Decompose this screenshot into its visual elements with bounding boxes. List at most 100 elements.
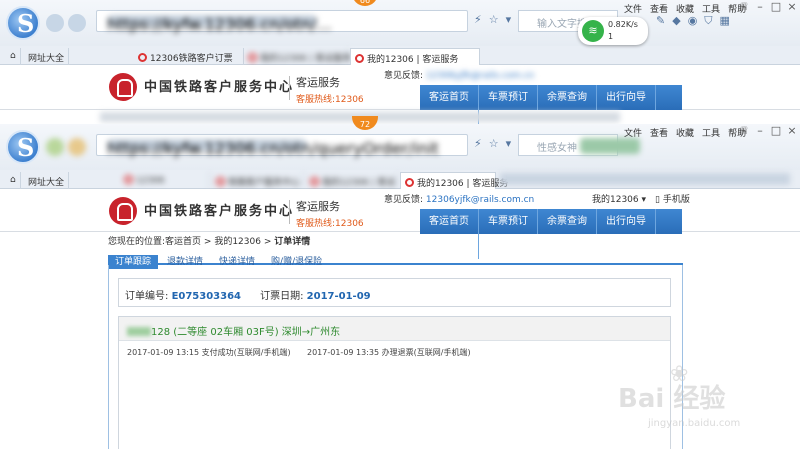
close-button[interactable]: ×: [784, 0, 800, 13]
shield-icon[interactable]: ⛉: [704, 14, 712, 27]
site-title: 中国铁路客户服务中心: [144, 80, 295, 95]
skin-icon[interactable]: ♕: [736, 0, 752, 13]
address-bar[interactable]: https://kyfw.12306.cn/otn/queryOrder/ini…: [96, 134, 468, 158]
phone-icon: ▯: [655, 195, 660, 205]
order-summary: 订单编号: E075303364 订票日期: 2017-01-09: [118, 278, 671, 307]
tab-12306-booking[interactable]: 12306铁路客户订票: [134, 48, 244, 65]
breadcrumb-home[interactable]: 客运首页: [165, 237, 201, 247]
lightning-icon[interactable]: ⚡: [474, 137, 482, 150]
baidu-watermark: ❀ Bai 经验 jingyan.baidu.com: [612, 360, 792, 440]
chevron-down-icon[interactable]: ▾: [506, 137, 512, 150]
star-icon[interactable]: ☆: [489, 13, 499, 26]
train-info: 128 (二等座 02车厢 03F号) 深圳→广州东: [127, 323, 340, 338]
puzzle-icon[interactable]: ◆: [672, 14, 680, 27]
watermark-brand: Bai 经验: [618, 384, 726, 414]
title-divider: [289, 200, 290, 224]
tab-my12306-active[interactable]: 我的12306 | 客运服务: [350, 48, 480, 65]
speed-rate: 0.82K/s: [608, 20, 638, 29]
order-number: E075303364: [171, 291, 242, 302]
forward-button[interactable]: [68, 14, 86, 32]
nav-remaining[interactable]: 余票查询: [538, 209, 597, 234]
sogou-browser-logo[interactable]: S: [6, 6, 40, 40]
site-subtitle: 客运服务: [296, 76, 340, 89]
hotline: 客服热线:12306: [296, 95, 364, 105]
blurred-tabs: [500, 173, 790, 185]
watermark-url: jingyan.baidu.com: [648, 418, 741, 429]
main-nav: 客运首页 车票预订 余票查询 出行向导信息服务: [420, 209, 682, 259]
sogou-browser-logo[interactable]: S: [6, 130, 40, 164]
breadcrumb-my[interactable]: 我的12306: [214, 237, 261, 247]
wifi-icon: ≋: [582, 20, 604, 42]
minimize-button[interactable]: –: [752, 124, 768, 137]
main-nav: 客运首页 车票预订 余票查询 出行向导信息服务: [420, 85, 682, 135]
chevron-down-icon[interactable]: ▾: [506, 13, 512, 26]
title-divider: [289, 76, 290, 100]
site-title: 中国铁路客户服务中心: [144, 204, 295, 219]
menu-tools[interactable]: 工具: [702, 129, 720, 139]
blurred-widget: [580, 138, 640, 154]
back-button[interactable]: [46, 14, 64, 32]
menu-favorites[interactable]: 收藏: [676, 129, 694, 139]
star-icon[interactable]: ☆: [489, 137, 499, 150]
skin-icon[interactable]: ♕: [736, 124, 752, 137]
lightning-icon[interactable]: ⚡: [474, 13, 482, 26]
screenshot: S https://kyfw.12306.cn/otn/... ⚡ ☆ ▾ 输入文字…: [0, 0, 800, 449]
masked-train-number: [127, 327, 151, 336]
order-date: 2017-01-09: [306, 291, 371, 302]
bookmark-nav[interactable]: 网址大全: [24, 172, 70, 189]
feedback-link[interactable]: 意见反馈: 12306yjfk@rails.com.cn: [384, 192, 534, 205]
event-paid: 2017-01-09 13:15 支付成功(互联网/手机端): [127, 348, 291, 357]
site-header: 中国铁路客户服务中心 客运服务 客服热线:12306 意见反馈: 12306yj…: [0, 189, 800, 259]
nav-booking[interactable]: 车票预订: [479, 85, 538, 110]
address-bar[interactable]: https://kyfw.12306.cn/otn/...: [96, 10, 468, 34]
ticket-detail: 128 (二等座 02车厢 03F号) 深圳→广州东 2017-01-09 13…: [118, 316, 671, 449]
back-button[interactable]: [46, 138, 64, 156]
camera-icon[interactable]: ◉: [688, 14, 698, 27]
tab-my12306-a[interactable]: 我的12306 | 客运: [306, 172, 398, 189]
tab-rail-service[interactable]: 铁路客户服务中心: [212, 172, 304, 189]
order-number-label: 订单编号:: [125, 291, 169, 302]
window-controls: ♕ – □ ×: [736, 0, 800, 13]
breadcrumb-current: 订单详情: [274, 237, 311, 247]
tab-my12306-a[interactable]: 我的12306 | 客运服务: [244, 48, 351, 65]
close-button[interactable]: ×: [784, 124, 800, 137]
key-icon[interactable]: ✎: [656, 14, 665, 27]
nav-booking[interactable]: 车票预订: [479, 209, 538, 234]
railway-logo: [109, 73, 137, 101]
mobile-link[interactable]: ▯ 手机版: [655, 192, 690, 205]
address-actions: ⚡ ☆ ▾: [474, 13, 518, 26]
maximize-button[interactable]: □: [768, 0, 784, 13]
notify-badge[interactable]: 66: [352, 0, 378, 6]
site-subtitle: 客运服务: [296, 200, 340, 213]
browser-window-top: S https://kyfw.12306.cn/otn/... ⚡ ☆ ▾ 输入文字…: [0, 0, 800, 135]
browser-titlebar: S https://kyfw.12306.cn/otn/... ⚡ ☆ ▾ 输入文字…: [0, 0, 800, 46]
site-header-top: 中国铁路客户服务中心 客运服务 客服热线:12306 意见反馈: 12306yj…: [0, 65, 800, 135]
nav-guide[interactable]: 出行向导: [597, 209, 656, 234]
tab-bar: ⌂ 网址大全 12306 铁路客户服务中心 我的12306 | 客运 我的123…: [0, 170, 800, 189]
menu-file[interactable]: 文件: [624, 129, 642, 139]
address-url-blurred: https://kyfw.12306.cn/otn/queryOrder/ini…: [107, 139, 439, 158]
menu-file[interactable]: 文件: [624, 5, 642, 15]
grid-icon[interactable]: ▦: [720, 14, 730, 27]
maximize-button[interactable]: □: [768, 124, 784, 137]
my12306-dropdown[interactable]: 我的12306 ▾: [592, 192, 646, 205]
feedback-link[interactable]: 意见反馈: 12306yjfk@rails.com.cn: [384, 68, 534, 81]
nav-home[interactable]: 客运首页: [420, 209, 479, 234]
address-actions: ⚡ ☆ ▾: [474, 137, 518, 150]
tab-12306[interactable]: 12306: [120, 172, 210, 189]
home-icon[interactable]: ⌂: [6, 172, 21, 189]
minimize-button[interactable]: –: [752, 0, 768, 13]
nav-remaining[interactable]: 余票查询: [538, 85, 597, 110]
network-speed-widget[interactable]: ≋ 0.82K/s 1: [578, 17, 648, 45]
forward-button[interactable]: [68, 138, 86, 156]
extension-icons: ✎ ◆ ◉ ⛉ ▦: [656, 14, 737, 28]
nav-guide[interactable]: 出行向导: [597, 85, 656, 110]
railway-logo: [109, 197, 137, 225]
nav-home[interactable]: 客运首页: [420, 85, 479, 110]
menu-view[interactable]: 查看: [650, 129, 668, 139]
notify-badge[interactable]: 72: [352, 116, 378, 130]
tab-my12306-active[interactable]: 我的12306 | 客运服务: [400, 172, 508, 189]
bookmark-nav[interactable]: 网址大全: [24, 48, 70, 65]
tab-bar: ⌂ 网址大全 12306铁路客户订票 我的12306 | 客运服务 我的1230…: [0, 46, 800, 65]
home-icon[interactable]: ⌂: [6, 48, 21, 65]
